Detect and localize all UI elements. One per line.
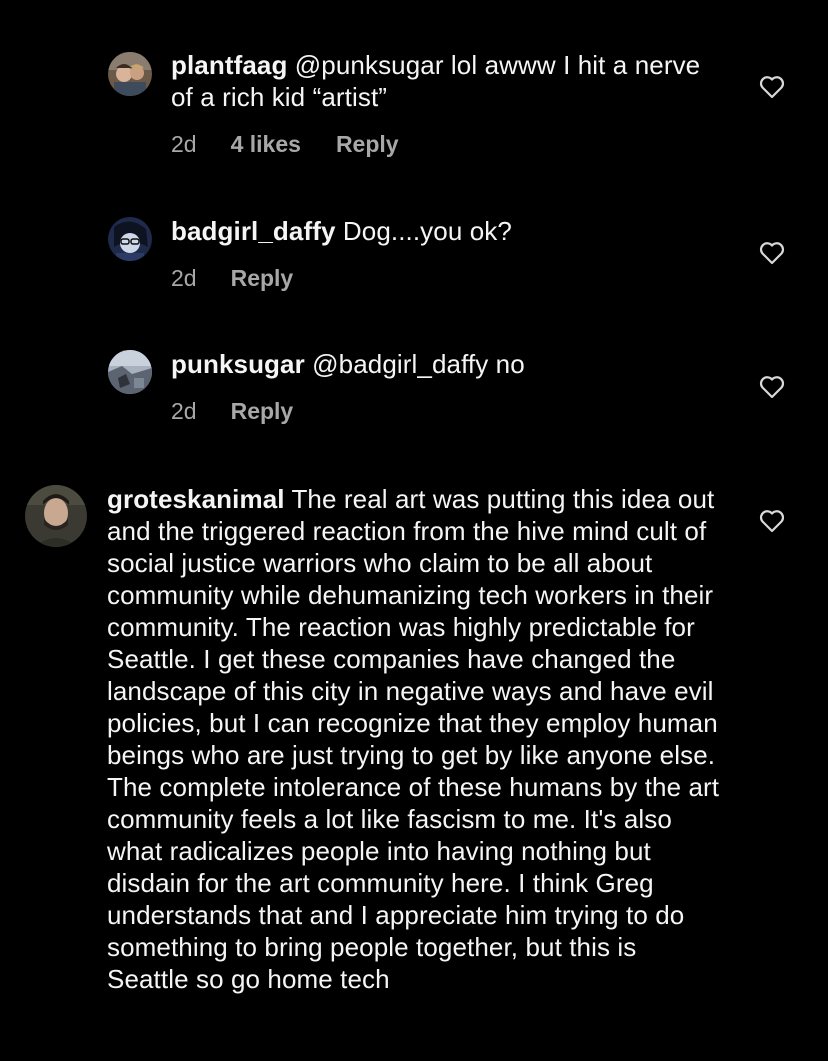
comment-plantfaag: plantfaag @punksugar lol awww I hit a ne…: [0, 0, 828, 180]
heart-outline-icon[interactable]: [759, 75, 785, 99]
timestamp: 2d: [171, 265, 197, 291]
reply-button[interactable]: Reply: [231, 397, 294, 425]
username[interactable]: plantfaag: [171, 50, 287, 80]
comment-badgirl_daffy: badgirl_daffy Dog....you ok? 2d Reply: [0, 180, 828, 320]
username[interactable]: groteskanimal: [107, 484, 285, 514]
comment-text: punksugar @badgirl_daffy no: [171, 348, 711, 380]
timestamp: 2d: [171, 398, 197, 424]
avatar[interactable]: [108, 52, 152, 96]
comment-text: badgirl_daffy Dog....you ok?: [171, 215, 711, 247]
heart-outline-icon[interactable]: [759, 375, 785, 399]
comment-text: groteskanimal The real art was putting t…: [107, 483, 722, 995]
reply-button[interactable]: Reply: [336, 130, 399, 158]
comment-meta: 2d 4 likes Reply: [171, 130, 399, 158]
heart-outline-icon[interactable]: [759, 241, 785, 265]
likes-count[interactable]: 4 likes: [231, 130, 301, 158]
comment-text: plantfaag @punksugar lol awww I hit a ne…: [171, 49, 711, 113]
reply-button[interactable]: Reply: [231, 264, 294, 292]
timestamp: 2d: [171, 131, 197, 157]
avatar[interactable]: [108, 217, 152, 261]
comment-meta: 2d Reply: [171, 264, 293, 292]
comment-meta: 2d Reply: [171, 397, 293, 425]
username[interactable]: punksugar: [171, 349, 305, 379]
avatar[interactable]: [25, 485, 87, 547]
comment-punksugar: punksugar @badgirl_daffy no 2d Reply: [0, 320, 828, 460]
avatar[interactable]: [108, 350, 152, 394]
comment-groteskanimal: groteskanimal The real art was putting t…: [0, 460, 828, 1061]
username[interactable]: badgirl_daffy: [171, 216, 336, 246]
comment-body: The real art was putting this idea out a…: [107, 484, 720, 994]
comment-body: @badgirl_daffy no: [312, 349, 525, 379]
heart-outline-icon[interactable]: [759, 509, 785, 533]
comment-body: Dog....you ok?: [342, 216, 512, 246]
